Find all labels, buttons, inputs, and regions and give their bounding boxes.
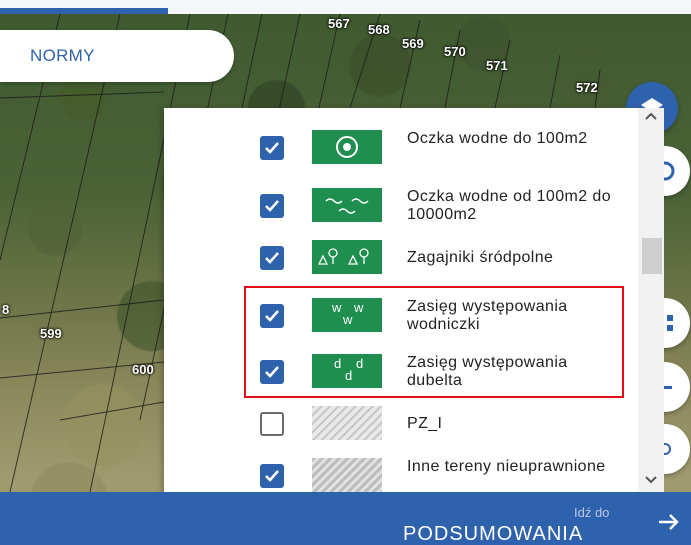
legend-item[interactable]: w w w Zasięg występowania wodniczki	[164, 288, 634, 344]
legend-panel: Oczka wodne do 100m2 Oczka wodne od 100m…	[164, 108, 640, 492]
legend-item-label: Zagajniki śródpolne	[407, 249, 554, 266]
legend-scrollbar[interactable]	[638, 108, 664, 492]
layer-checkbox[interactable]	[260, 136, 284, 160]
check-icon	[265, 142, 279, 154]
parcel-number: 568	[368, 22, 390, 37]
summary-button[interactable]: PODSUMOWANIA	[403, 523, 583, 545]
legend-item[interactable]: d d d Zasięg występowania dubelta	[164, 344, 634, 400]
normy-tab-label: NORMY	[30, 46, 95, 65]
check-icon	[265, 470, 279, 482]
scroll-down-icon[interactable]	[641, 474, 661, 490]
legend-item[interactable]: Zagajniki śródpolne	[164, 230, 634, 286]
hatch-gray-icon	[312, 458, 382, 492]
dubelt-icon: d d d	[312, 354, 382, 388]
layer-checkbox[interactable]	[260, 304, 284, 328]
goto-label: Idź do	[574, 505, 610, 520]
scroll-up-icon[interactable]	[641, 110, 661, 126]
parcel-number: 600	[132, 362, 154, 377]
pond-large-icon	[312, 188, 382, 222]
legend-item[interactable]: Inne tereny nieuprawnione	[164, 448, 634, 492]
parcel-number: 599	[40, 326, 62, 341]
check-icon	[265, 310, 279, 322]
parcel-number: 572	[576, 80, 598, 95]
pond-small-icon	[312, 130, 382, 164]
parcel-number: 570	[444, 44, 466, 59]
hatch-icon	[312, 406, 382, 440]
parcel-number: 569	[402, 36, 424, 51]
parcel-number: 8	[2, 302, 10, 317]
check-icon	[265, 252, 279, 264]
legend-item[interactable]: PZ_I	[164, 398, 634, 454]
layer-checkbox[interactable]	[260, 412, 284, 436]
wodniczka-icon: w w w	[312, 298, 382, 332]
scrollbar-thumb[interactable]	[642, 238, 662, 274]
layer-checkbox[interactable]	[260, 360, 284, 384]
layer-checkbox[interactable]	[260, 246, 284, 270]
check-icon	[265, 366, 279, 378]
legend-item-label: Zasięg występowania wodniczki	[407, 298, 568, 333]
legend-item-label: PZ_I	[407, 415, 443, 432]
arrow-right-icon[interactable]	[655, 508, 683, 536]
legend-item-label: Zasięg występowania dubelta	[407, 354, 568, 389]
layer-checkbox[interactable]	[260, 464, 284, 488]
layer-checkbox[interactable]	[260, 194, 284, 218]
legend-item[interactable]: Oczka wodne do 100m2	[164, 120, 634, 176]
parcel-number: 571	[486, 58, 508, 73]
tree-clusters-icon	[312, 240, 382, 274]
normy-tab[interactable]: NORMY	[0, 30, 234, 82]
legend-item-label: Oczka wodne do 100m2	[407, 130, 588, 147]
legend-item-label: Inne tereny nieuprawnione	[407, 458, 606, 475]
parcel-number: 567	[328, 16, 350, 31]
legend-item[interactable]: Oczka wodne od 100m2 do 10000m2	[164, 178, 634, 234]
legend-item-label: Oczka wodne od 100m2 do 10000m2	[407, 188, 611, 223]
check-icon	[265, 200, 279, 212]
